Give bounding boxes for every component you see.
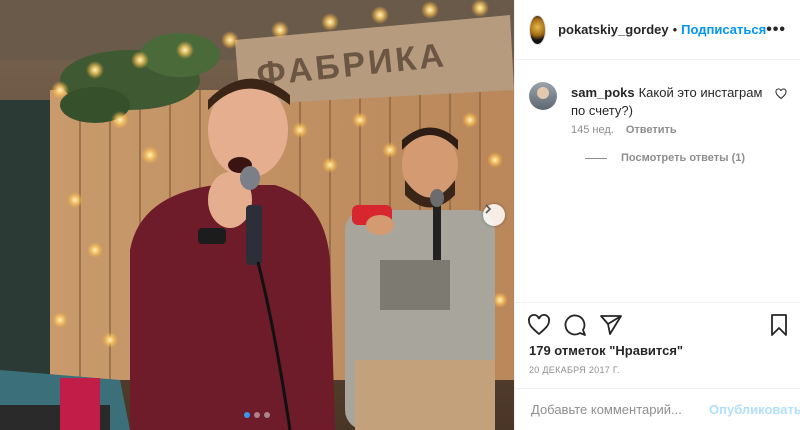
comment-age: 145 нед. [571, 124, 614, 136]
commenter-avatar[interactable] [529, 82, 557, 110]
author-avatar[interactable] [529, 14, 547, 45]
bookmark-icon[interactable] [767, 313, 791, 337]
post-photo[interactable]: ФАБРИКА [0, 0, 514, 430]
carousel-next-button[interactable] [483, 204, 505, 226]
share-icon[interactable] [599, 313, 623, 337]
likes-count[interactable]: 179 отметок "Нравится" [529, 343, 683, 358]
post-header: pokatskiy_gordey • Подписаться ••• [515, 0, 800, 60]
header-separator: • [672, 22, 678, 37]
post-sidebar: pokatskiy_gordey • Подписаться ••• sam_p… [514, 0, 800, 430]
replies-divider [585, 157, 607, 159]
comment-input[interactable] [529, 401, 709, 418]
carousel-dot [264, 412, 270, 418]
author-username[interactable]: pokatskiy_gordey [558, 22, 669, 37]
carousel-dot [254, 412, 260, 418]
instagram-post: ФАБРИКА pokatskiy_gordey • Подписаться •… [0, 0, 800, 430]
reply-button[interactable]: Ответить [626, 124, 677, 136]
comment-like-icon[interactable] [775, 88, 787, 100]
commenter-username[interactable]: sam_poks [571, 85, 635, 100]
publish-button[interactable]: Опубликовать [709, 402, 800, 417]
heart-icon[interactable] [527, 313, 551, 337]
more-options-button[interactable]: ••• [766, 21, 786, 39]
post-date: 20 ДЕКАБРЯ 2017 Г. [529, 365, 620, 375]
action-bar: 179 отметок "Нравится" 20 ДЕКАБРЯ 2017 Г… [515, 302, 800, 375]
carousel-dot [244, 412, 250, 418]
photo-scene: ФАБРИКА [0, 0, 514, 430]
action-icons [527, 313, 623, 337]
follow-button[interactable]: Подписаться [681, 22, 766, 37]
view-replies-button[interactable]: Посмотреть ответы (1) [585, 152, 745, 164]
view-replies-label: Посмотреть ответы (1) [621, 152, 746, 164]
carousel-indicator [0, 412, 514, 418]
comment-meta: 145 нед. Ответить [571, 124, 677, 136]
comment-text-block: sam_poks Какой это инстаграм по счету?) [571, 84, 767, 120]
comment-icon[interactable] [563, 313, 587, 337]
add-comment-bar: Опубликовать [515, 388, 800, 430]
chevron-right-icon [485, 204, 492, 214]
